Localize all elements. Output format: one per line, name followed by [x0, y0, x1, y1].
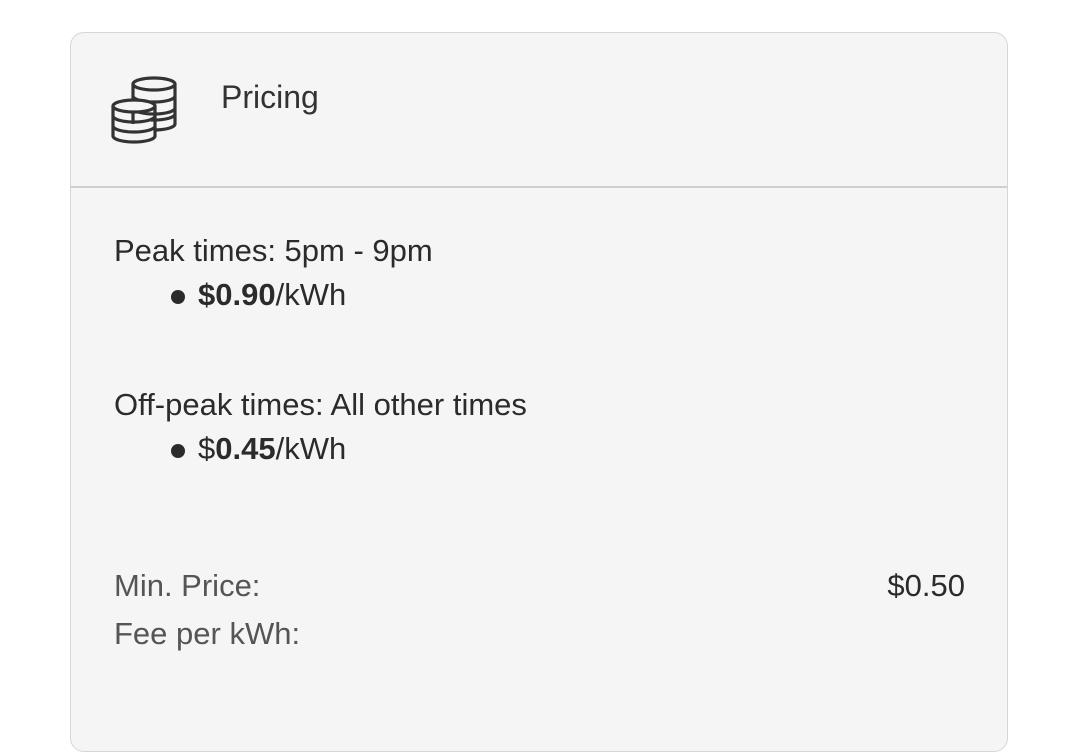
pricing-card-header: Pricing	[71, 33, 1007, 188]
fee-per-kwh-row: Fee per kWh:	[114, 610, 965, 658]
min-price-value: $0.50	[887, 568, 965, 603]
offpeak-price-unit: /kWh	[275, 431, 347, 466]
min-price-row: Min. Price: $0.50	[114, 562, 965, 610]
peak-price-item: $0.90/kWh	[114, 273, 433, 317]
offpeak-section: Off-peak times: All other times $0.45/kW…	[114, 383, 527, 471]
peak-price-unit: /kWh	[275, 277, 347, 312]
offpeak-price-amount: 0.45	[215, 431, 276, 466]
offpeak-price-item: $0.45/kWh	[114, 427, 527, 471]
peak-price-amount: $0.90	[198, 277, 276, 312]
offpeak-times-label: Off-peak times: All other times	[114, 387, 527, 422]
card-title: Pricing	[221, 79, 319, 115]
peak-times-label: Peak times: 5pm - 9pm	[114, 233, 433, 268]
bullet-dot	[171, 444, 185, 458]
coins-icon	[111, 75, 179, 145]
min-price-label: Min. Price:	[114, 568, 261, 603]
fee-per-kwh-label: Fee per kWh:	[114, 616, 301, 651]
pricing-card: Pricing Peak times: 5pm - 9pm $0.90/kWh …	[70, 32, 1008, 752]
offpeak-price-currency: $	[198, 431, 216, 466]
peak-section: Peak times: 5pm - 9pm $0.90/kWh	[114, 229, 433, 317]
bullet-dot	[171, 290, 185, 304]
